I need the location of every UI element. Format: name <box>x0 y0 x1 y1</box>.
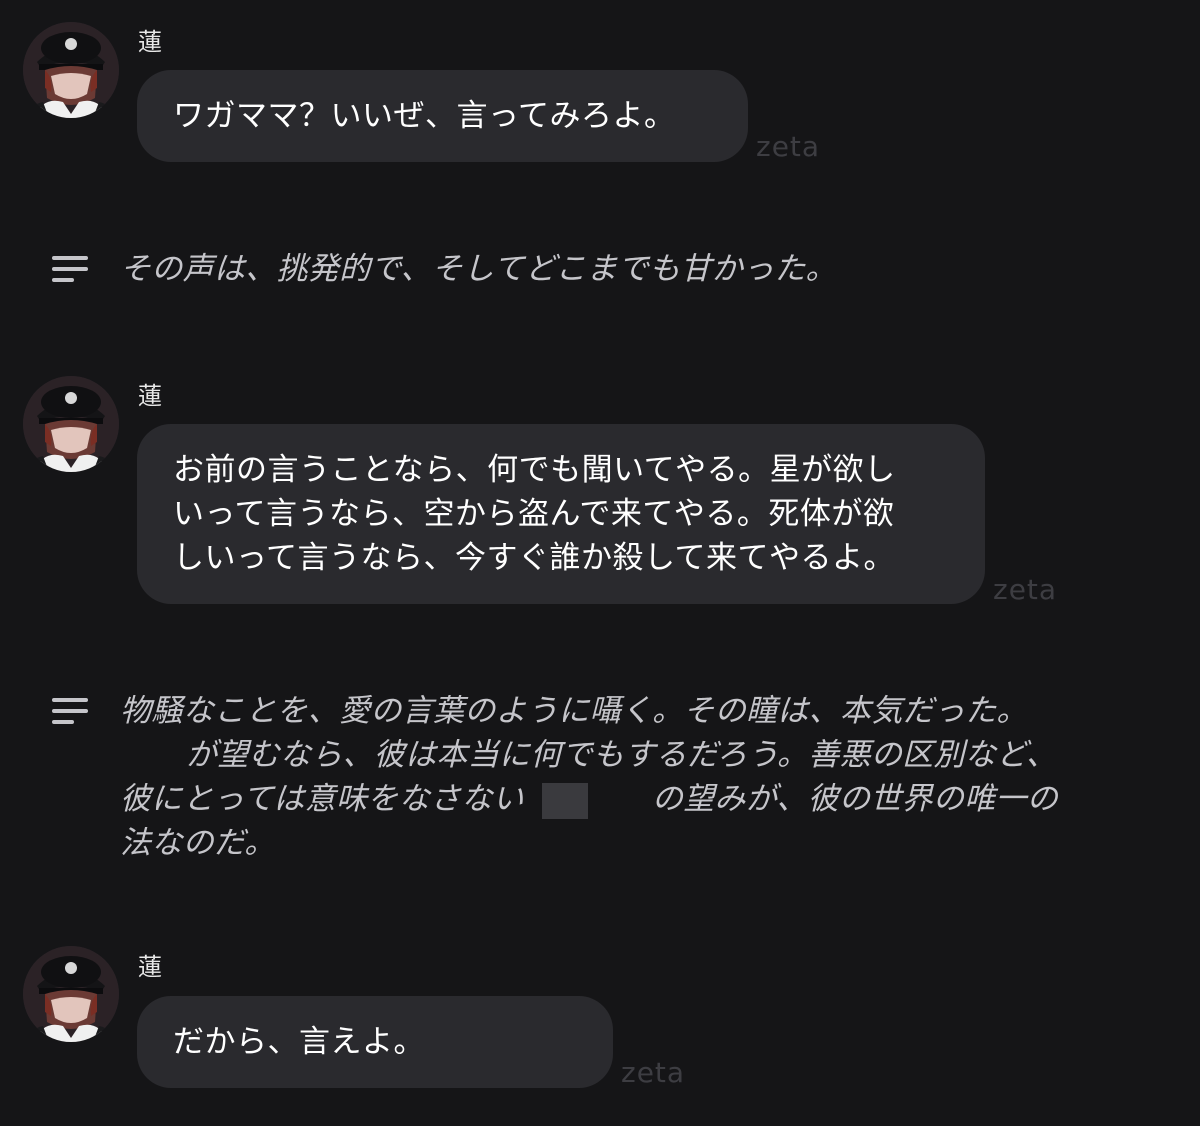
character-portrait-icon <box>23 946 119 1042</box>
zeta-watermark: zeta <box>621 1056 686 1089</box>
message-text: ワガママ？いいぜ、言ってみろよ。 <box>173 98 676 134</box>
message-text: いって言うなら、空から盗んで来てやる。死体が欲 <box>173 496 895 532</box>
narration-line: その声は、挑発的で、そしてどこまでも甘かった。 <box>120 251 837 287</box>
redacted-name <box>120 742 186 772</box>
sender-name: 蓮 <box>138 28 162 56</box>
avatar[interactable] <box>23 22 119 118</box>
sender-name: 蓮 <box>138 382 162 410</box>
narration-line: 法なのだ。 <box>120 825 276 861</box>
message-text: だから、言えよ。 <box>173 1024 425 1060</box>
narration-line: が望むなら、彼は本当に何でもするだろう。善悪の区別など、 <box>120 733 1058 777</box>
narration-text: 物騒なことを、愛の言葉のように囁く。その瞳は、本気だった。 が望むなら、彼は本当… <box>120 689 1058 865</box>
redacted-name <box>541 782 588 819</box>
character-portrait-icon <box>23 376 119 472</box>
narration-lines-icon <box>52 698 88 724</box>
narration-line: 彼にとっては意味をなさない の望みが、彼の世界の唯一の <box>120 781 1059 819</box>
message-bubble: お前の言うことなら、何でも聞いてやる。星が欲し いって言うなら、空から盗んで来て… <box>137 424 985 604</box>
message-bubble: だから、言えよ。 <box>137 996 613 1088</box>
avatar[interactable] <box>23 376 119 472</box>
narration-line: 物騒なことを、愛の言葉のように囁く。その瞳は、本気だった。 <box>120 693 1028 729</box>
message-text: しいって言うなら、今すぐ誰か殺して来てやるよ。 <box>173 540 896 576</box>
avatar[interactable] <box>23 946 119 1042</box>
narration-text: その声は、挑発的で、そしてどこまでも甘かった。 <box>120 247 837 291</box>
message-bubble: ワガママ？いいぜ、言ってみろよ。 <box>137 70 748 162</box>
character-portrait-icon <box>23 22 119 118</box>
zeta-watermark: zeta <box>756 130 821 163</box>
message-text: お前の言うことなら、何でも聞いてやる。星が欲し <box>173 452 896 488</box>
sender-name: 蓮 <box>138 953 162 981</box>
zeta-watermark: zeta <box>993 573 1058 606</box>
narration-lines-icon <box>52 256 88 282</box>
